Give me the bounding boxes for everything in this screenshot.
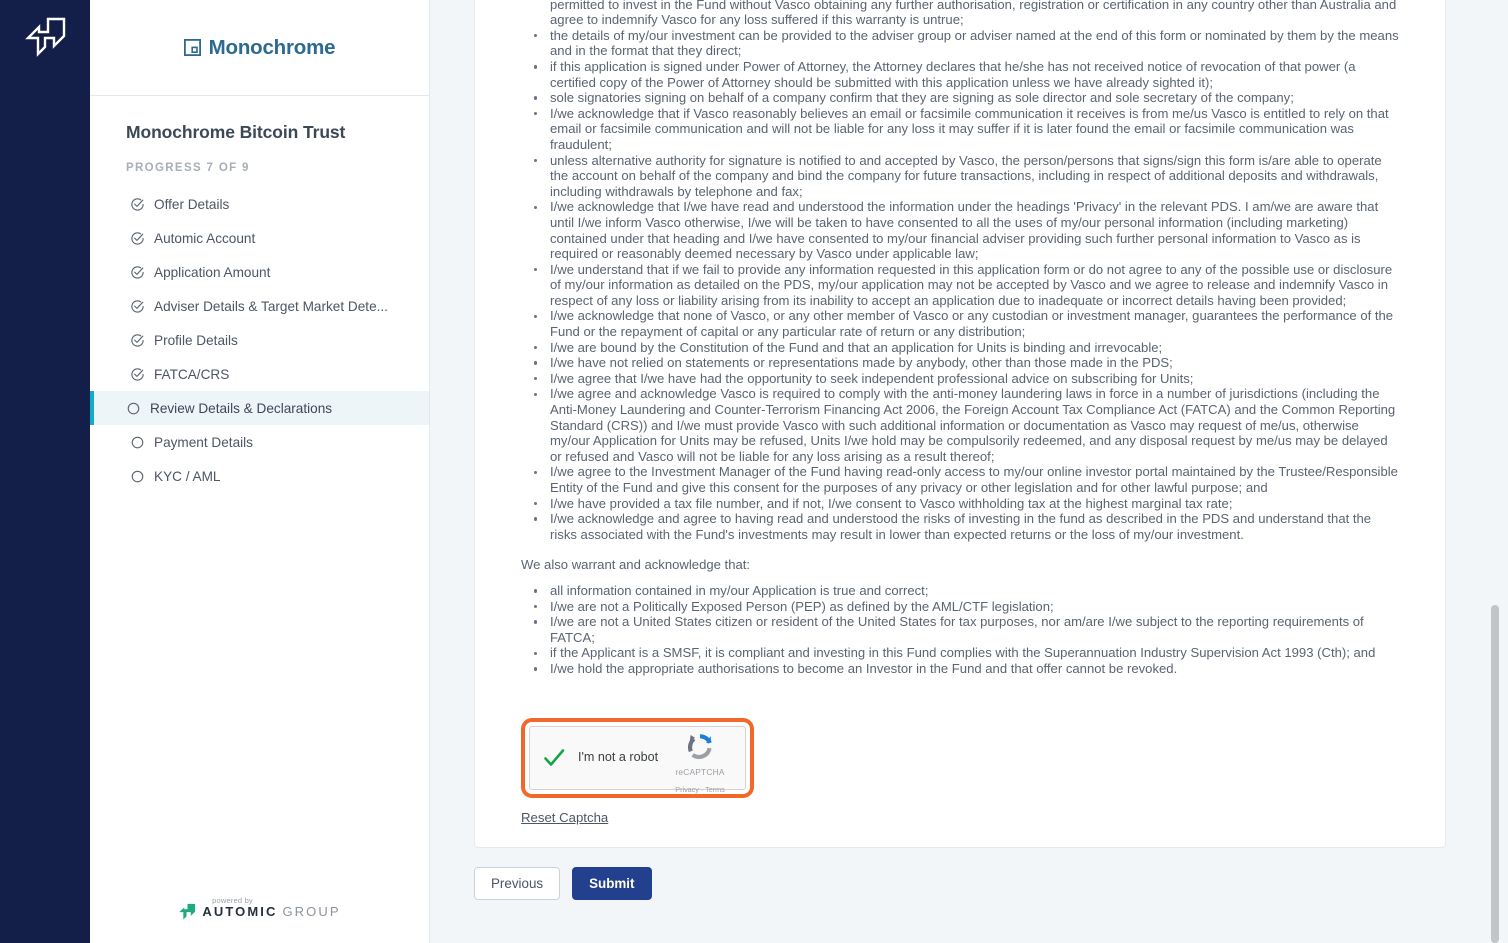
circle-empty-icon: [131, 470, 144, 482]
automic-glyph-icon: [25, 17, 66, 57]
recaptcha-widget[interactable]: I'm not a robot reCAPTCHA Privacy · Term…: [529, 725, 746, 794]
warrant-heading: We also warrant and acknowledge that:: [521, 557, 751, 573]
sidebar-item-label: Offer Details: [154, 196, 230, 212]
list-item: if the Applicant is a SMSF, it is compli…: [534, 645, 1399, 661]
page-scrollbar[interactable]: [1488, 0, 1502, 943]
sidebar-item-label: Payment Details: [154, 434, 253, 450]
sidebar-item-adviser-details[interactable]: Adviser Details & Target Market Dete...: [90, 289, 429, 323]
sidebar-item-label: Application Amount: [154, 264, 271, 280]
list-item: I/we understand that if we fail to provi…: [534, 262, 1399, 309]
circle-empty-icon: [131, 436, 144, 448]
list-item: unless alternative authority for signatu…: [534, 153, 1399, 200]
circle-check-icon: [131, 367, 144, 381]
list-item: I/we acknowledge and agree to having rea…: [534, 511, 1399, 542]
list-item: I/we acknowledge that if Vasco reasonabl…: [534, 106, 1399, 153]
sidebar-item-label: KYC / AML: [154, 468, 221, 484]
automic-wordmark: AUTOMIC: [202, 904, 278, 919]
list-item: I/we are not a Politically Exposed Perso…: [534, 599, 1399, 615]
list-item: the details of my/our investment can be …: [534, 27, 1399, 59]
automic-group-logo-icon: [179, 903, 196, 920]
list-item: I/we have provided a tax file number, an…: [534, 496, 1399, 512]
app-rail: [0, 0, 90, 943]
sidebar-item-label: Profile Details: [154, 332, 238, 348]
list-item: I/we agree and acknowledge Vasco is requ…: [534, 386, 1399, 464]
captcha-section: I'm not a robot reCAPTCHA Privacy · Term…: [521, 717, 1399, 826]
sidebar-item-review-details-declarations[interactable]: Review Details & Declarations: [90, 391, 429, 425]
monochrome-square-icon: [183, 39, 201, 56]
circle-check-icon: [131, 299, 144, 313]
sidebar: Monochrome Monochrome Bitcoin Trust PROG…: [90, 0, 430, 943]
previous-button[interactable]: Previous: [474, 867, 561, 900]
circle-check-icon: [131, 265, 144, 279]
list-item: all information contained in my/our Appl…: [534, 583, 1399, 599]
list-item: I/we are not a United States citizen or …: [534, 614, 1399, 645]
sidebar-item-automic-account[interactable]: Automic Account: [90, 221, 429, 255]
list-item: sole signatories signing on behalf of a …: [534, 90, 1399, 106]
checkmark-icon: [544, 748, 565, 766]
list-item: I/we agree to the Investment Manager of …: [534, 464, 1398, 495]
sidebar-item-label: FATCA/CRS: [154, 366, 230, 382]
list-item: I/we have not relied on statements or re…: [534, 355, 1399, 371]
sidebar-item-label: Automic Account: [154, 230, 256, 246]
list-item: I/we acknowledge that none of Vasco, or …: [534, 308, 1399, 339]
link-separator: ·: [700, 784, 704, 794]
brand-header: Monochrome: [90, 0, 429, 96]
sidebar-item-fatca-crs[interactable]: FATCA/CRS: [90, 357, 429, 391]
recaptcha-logo-icon: [687, 733, 712, 759]
sidebar-item-label: Adviser Details & Target Market Dete...: [154, 298, 388, 314]
page-title: Monochrome Bitcoin Trust: [126, 122, 346, 142]
sidebar-item-offer-details[interactable]: Offer Details: [90, 187, 429, 221]
list-item: I/we are bound by the Constitution of th…: [534, 340, 1399, 356]
terms-link[interactable]: Terms: [705, 785, 725, 794]
circle-empty-icon: [127, 402, 140, 414]
circle-check-icon: [131, 197, 144, 211]
list-item: if this application is signed under Powe…: [534, 59, 1399, 90]
circle-check-icon: [131, 231, 144, 245]
declarations-document: I/we have received and accepted this inv…: [521, 0, 1399, 825]
circle-check-icon: [131, 333, 144, 347]
recaptcha-branding: reCAPTCHA Privacy · Terms: [664, 732, 736, 798]
sidebar-item-kyc-aml[interactable]: KYC / AML: [90, 459, 429, 493]
submit-button[interactable]: Submit: [572, 867, 652, 900]
privacy-link[interactable]: Privacy: [675, 785, 699, 794]
captcha-highlight-outline: I'm not a robot reCAPTCHA Privacy · Term…: [521, 717, 754, 798]
brand-name: Monochrome: [208, 35, 336, 59]
group-wordmark: GROUP: [282, 904, 341, 919]
recaptcha-brand-name: reCAPTCHA: [675, 767, 725, 778]
application-window: Monochrome Monochrome Bitcoin Trust PROG…: [0, 0, 1508, 943]
declarations-list: I/we have received and accepted this inv…: [521, 0, 1399, 542]
recaptcha-legal-links[interactable]: Privacy · Terms: [664, 782, 736, 798]
sidebar-item-payment-details[interactable]: Payment Details: [90, 425, 429, 459]
scrollbar-thumb[interactable]: [1491, 605, 1499, 943]
automic-group-logo: AUTOMIC GROUP: [178, 902, 340, 921]
list-item: I/we agree that I/we have had the opport…: [534, 371, 1399, 387]
sidebar-item-label: Review Details & Declarations: [150, 400, 333, 416]
declarations-card: I/we have received and accepted this inv…: [474, 0, 1446, 848]
sidebar-item-profile-details[interactable]: Profile Details: [90, 323, 429, 357]
form-actions: Previous Submit: [474, 867, 1446, 900]
sidebar-item-application-amount[interactable]: Application Amount: [90, 255, 429, 289]
warrant-list: all information contained in my/our Appl…: [521, 583, 1399, 677]
list-item: I/we have received and accepted this inv…: [550, 0, 1397, 28]
progress-label: PROGRESS 7 OF 9: [126, 162, 250, 174]
list-item: I/we acknowledge that I/we have read and…: [534, 199, 1399, 261]
progress-steps: Offer Details Automic Account Applicatio…: [90, 187, 429, 493]
sidebar-footer: powered by AUTOMIC GROUP: [90, 896, 429, 921]
reset-captcha-link[interactable]: Reset Captcha: [521, 810, 608, 826]
main-content: I/we have received and accepted this inv…: [430, 0, 1508, 943]
list-item: I/we hold the appropriate authorisations…: [534, 661, 1399, 677]
recaptcha-label: I'm not a robot: [578, 749, 659, 764]
